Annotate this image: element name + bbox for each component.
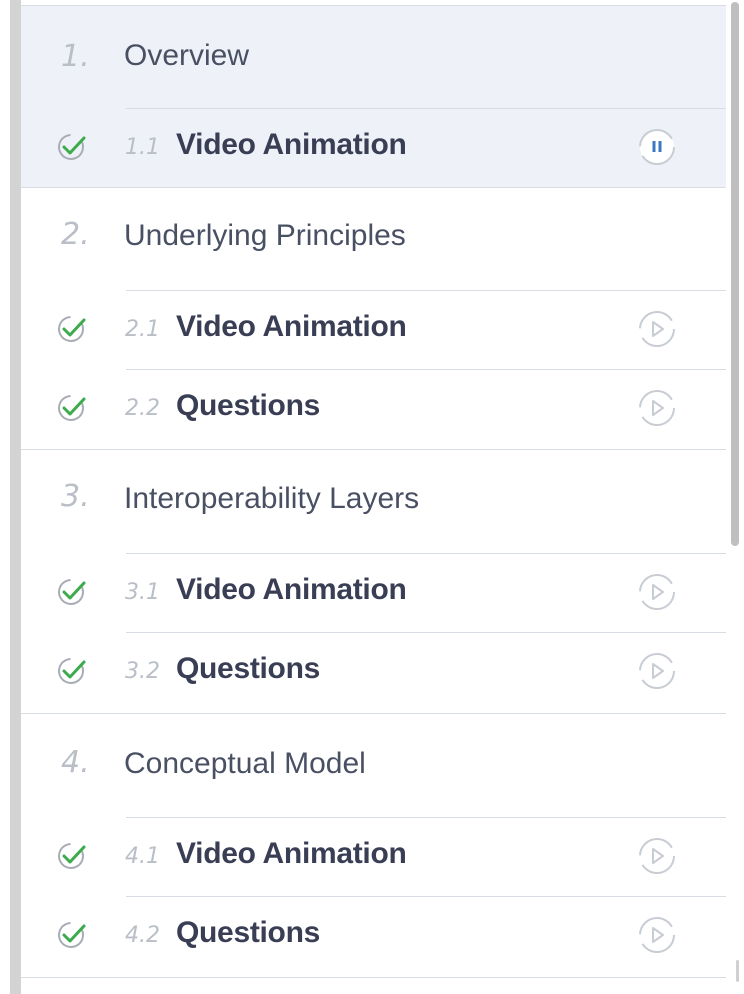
lesson-title: Questions [176,652,320,685]
section-title: Overview [124,39,250,72]
play-icon[interactable] [636,650,678,692]
item-divider [126,553,726,554]
check-icon [58,843,86,869]
left-frame-edge [10,0,21,994]
section-3: 3. Interoperability Layers 3.1 Video Ani… [21,450,726,714]
section-title: Interoperability Layers [124,482,420,515]
lesson-title: Video Animation [176,310,407,343]
section-number: 4. [61,745,90,780]
check-icon [58,658,86,684]
lesson-number: 3.1 [125,580,160,605]
scrollbar-thumb[interactable] [731,2,739,546]
item-divider [126,896,726,897]
play-icon[interactable] [636,387,678,429]
scrollbar[interactable] [726,0,744,994]
section-header[interactable]: 4. Conceptual Model [21,714,726,816]
check-icon [58,134,86,160]
check-icon [58,316,86,342]
lesson-title: Video Animation [176,128,407,161]
section-number: 1. [61,39,90,74]
lesson-item[interactable]: 4.1 Video Animation [21,817,726,897]
item-divider [126,369,726,370]
lesson-number: 1.1 [125,135,160,160]
lesson-item[interactable]: 1.1 Video Animation [21,108,726,188]
section-number: 3. [61,479,90,514]
play-icon[interactable] [636,914,678,956]
section-title: Conceptual Model [124,747,366,780]
play-icon[interactable] [636,835,678,877]
lesson-item[interactable]: 3.1 Video Animation [21,553,726,633]
section-header[interactable]: 1. Overview [21,6,726,108]
lesson-number: 3.2 [125,659,160,684]
lesson-title: Video Animation [176,573,407,606]
lesson-item[interactable]: 2.1 Video Animation [21,290,726,370]
lesson-title: Video Animation [176,837,407,870]
section-4: 4. Conceptual Model 4.1 Video Animation … [21,714,726,978]
section-header[interactable]: 2. Underlying Principles [21,188,726,290]
lesson-number: 2.1 [125,317,160,342]
lesson-item[interactable]: 4.2 Questions [21,896,726,976]
lesson-number: 4.2 [125,923,160,948]
lesson-item[interactable]: 2.2 Questions [21,369,726,449]
lesson-number: 4.1 [125,844,160,869]
course-outline: 1. Overview 1.1 Video Animation 2. Under… [21,0,726,994]
section-2: 2. Underlying Principles 2.1 Video Anima… [21,188,726,450]
check-icon [58,922,86,948]
lesson-item[interactable]: 3.2 Questions [21,632,726,712]
section-title: Underlying Principles [124,219,406,252]
item-divider [126,108,726,109]
lesson-title: Questions [176,389,320,422]
lesson-title: Questions [176,916,320,949]
play-icon[interactable] [636,308,678,350]
item-divider [126,817,726,818]
item-divider [126,290,726,291]
check-icon [58,395,86,421]
pause-icon[interactable] [636,126,678,168]
play-icon[interactable] [636,571,678,613]
section-divider [21,977,726,978]
check-icon [58,579,86,605]
scrollbar-end-cap [736,960,739,982]
section-number: 2. [61,217,90,252]
section-header[interactable]: 3. Interoperability Layers [21,450,726,552]
lesson-number: 2.2 [125,396,160,421]
item-divider [126,632,726,633]
section-1: 1. Overview 1.1 Video Animation [21,6,726,188]
